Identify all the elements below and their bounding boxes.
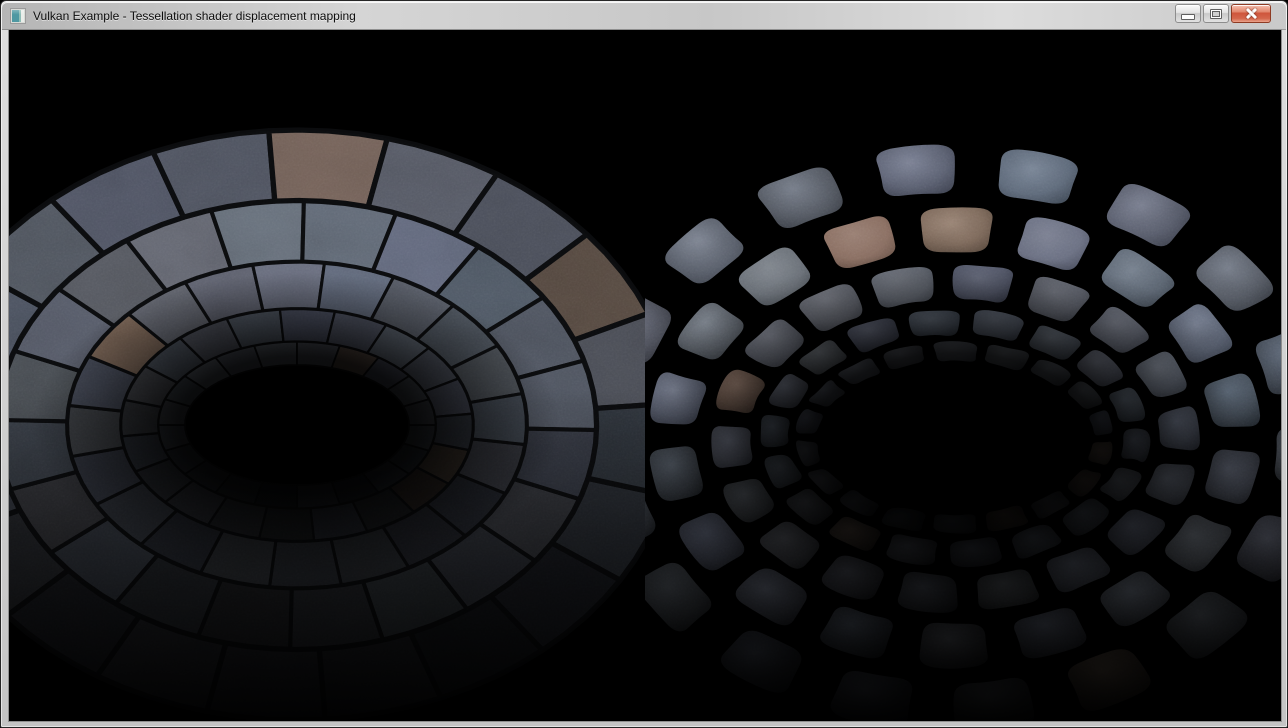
maximize-button[interactable] bbox=[1203, 4, 1229, 23]
window-title: Vulkan Example - Tessellation shader dis… bbox=[33, 9, 356, 23]
app-icon bbox=[10, 8, 26, 24]
minimize-button[interactable] bbox=[1175, 4, 1201, 23]
view-displaced-torus bbox=[645, 30, 1281, 721]
minimize-icon bbox=[1181, 14, 1195, 20]
torus-flat-render bbox=[9, 30, 645, 721]
close-icon bbox=[1245, 7, 1258, 20]
torus-displaced-render bbox=[645, 30, 1281, 721]
app-window: Vulkan Example - Tessellation shader dis… bbox=[0, 0, 1288, 728]
close-button[interactable] bbox=[1231, 4, 1271, 23]
titlebar[interactable]: Vulkan Example - Tessellation shader dis… bbox=[2, 2, 1286, 30]
caption-buttons bbox=[1175, 4, 1271, 23]
view-flat-torus bbox=[9, 30, 645, 721]
maximize-icon bbox=[1210, 9, 1222, 19]
render-viewport[interactable] bbox=[9, 30, 1281, 721]
